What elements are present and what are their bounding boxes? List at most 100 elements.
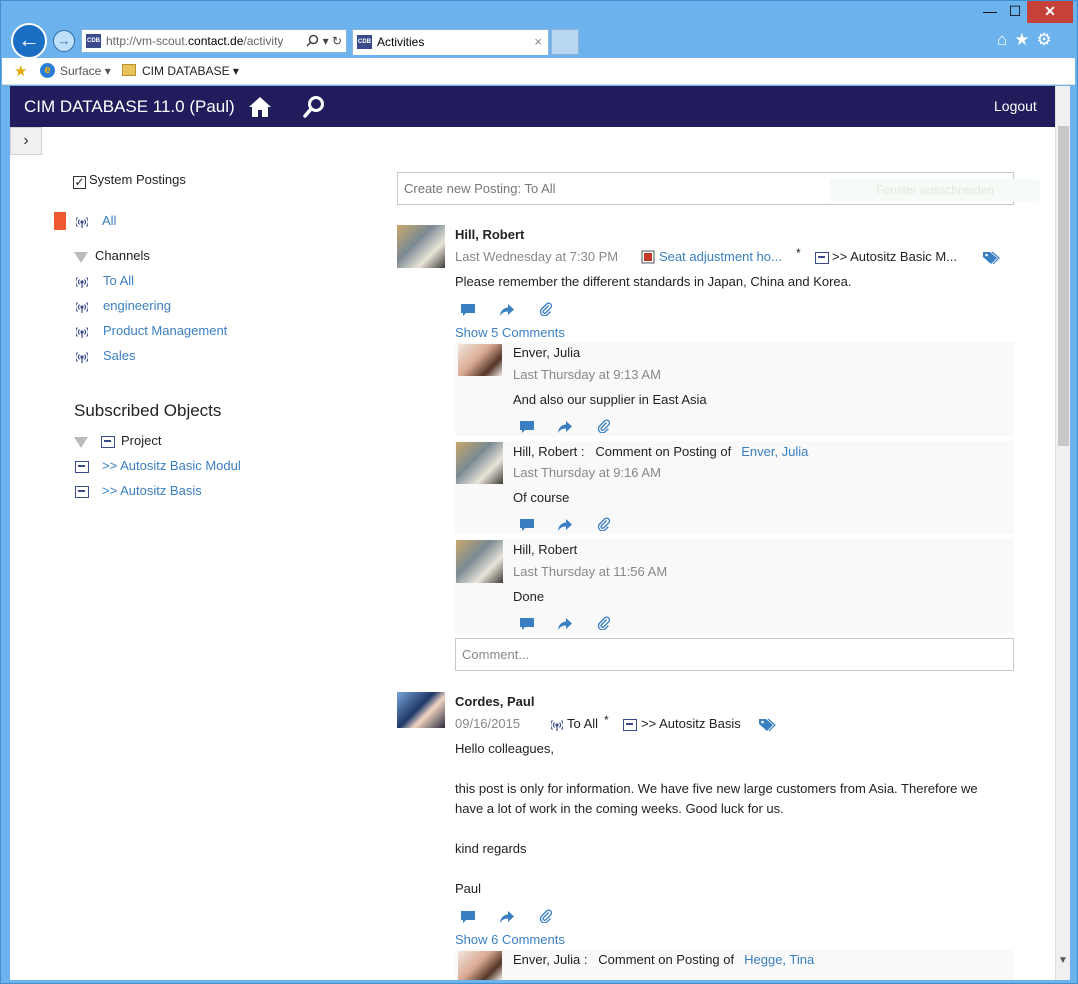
comment-icon[interactable]	[519, 518, 535, 532]
system-postings-checkbox[interactable]: ✓ System Postings	[73, 172, 186, 189]
forward-button[interactable]: →	[53, 30, 75, 52]
logout-link[interactable]: Logout	[994, 86, 1037, 127]
address-bar[interactable]: CDB http://vm-scout.contact.de/activity …	[81, 29, 347, 53]
post-object-reference[interactable]: >> Autositz Basic M...	[832, 249, 957, 264]
channel-radio-icon	[76, 327, 88, 338]
comment-timestamp: Last Thursday at 9:16 AM	[513, 465, 661, 480]
favorites-bar: ★ e Surface ▾ CIM DATABASE ▾	[2, 58, 1075, 85]
channel-engineering[interactable]: engineering	[103, 298, 171, 313]
channel-radio-icon	[76, 302, 88, 313]
attachment-icon[interactable]	[538, 302, 554, 316]
tab-close-icon[interactable]: ×	[534, 30, 542, 54]
scrollbar-thumb[interactable]	[1058, 126, 1069, 446]
subscribed-object-link[interactable]: >> Autositz Basis	[102, 483, 202, 498]
comment-author[interactable]: Hill, Robert	[513, 542, 577, 557]
new-tab-button[interactable]	[551, 29, 579, 55]
comment-icon[interactable]	[519, 617, 535, 631]
object-icon	[75, 486, 89, 498]
home-icon[interactable]	[248, 95, 272, 119]
comment-author[interactable]: Enver, Julia	[513, 345, 580, 360]
ghost-tooltip: Fenster ausschneiden	[830, 179, 1040, 201]
post-text-line: Paul	[455, 881, 482, 896]
checkbox-checked-icon[interactable]: ✓	[73, 176, 86, 189]
comment-target-link[interactable]: Hegge, Tina	[744, 952, 814, 967]
scroll-down-icon[interactable]: ▼	[1058, 955, 1068, 966]
sidebar-toggle-button[interactable]: ›	[10, 127, 42, 155]
favorite-cim-database[interactable]: CIM DATABASE ▾	[142, 58, 239, 84]
system-postings-label: System Postings	[89, 172, 186, 187]
channel-to-all[interactable]: To All	[103, 273, 134, 288]
avatar[interactable]	[458, 344, 502, 376]
avatar[interactable]	[397, 225, 445, 268]
object-icon	[815, 252, 829, 264]
collapse-triangle-icon[interactable]	[74, 252, 88, 263]
url-path: /activity	[243, 34, 284, 48]
object-icon	[623, 719, 637, 731]
maximize-button[interactable]: ☐	[1003, 1, 1027, 23]
share-icon[interactable]	[499, 303, 515, 317]
avatar[interactable]	[456, 442, 503, 484]
scrollbar[interactable]: ▼	[1055, 86, 1070, 980]
comment-text: Done	[513, 589, 545, 604]
attachment-icon[interactable]	[596, 419, 612, 433]
attachment-icon[interactable]	[596, 616, 612, 630]
comment-input[interactable]: Comment...	[455, 638, 1014, 671]
attachment-icon[interactable]	[538, 909, 554, 923]
tag-icon[interactable]	[758, 718, 776, 732]
post-author[interactable]: Cordes, Paul	[455, 694, 534, 709]
channel-all[interactable]: All	[102, 213, 116, 228]
address-actions[interactable]: ▾ ↻	[302, 30, 342, 52]
settings-gear-icon[interactable]: ⚙	[1037, 30, 1059, 49]
back-button[interactable]: ←	[11, 23, 47, 59]
subscribed-object-link[interactable]: >> Autositz Basic Modul	[102, 458, 241, 473]
share-icon[interactable]	[499, 910, 515, 924]
tab-activities[interactable]: CDB Activities ×	[352, 29, 549, 55]
share-icon[interactable]	[557, 420, 573, 434]
avatar[interactable]	[397, 692, 445, 728]
dropdown-icon[interactable]: ▾	[323, 34, 329, 48]
refresh-icon[interactable]: ↻	[332, 34, 342, 48]
post-text-line: kind regards	[455, 841, 527, 856]
comment-icon[interactable]	[460, 303, 476, 317]
channel-radio-icon	[76, 217, 88, 228]
post-object-reference[interactable]: >> Autositz Basis	[641, 716, 741, 731]
project-header: Project	[121, 433, 162, 448]
project-icon	[101, 436, 115, 448]
browser-toolbar-icons: ⌂★⚙	[997, 30, 1059, 50]
avatar[interactable]	[456, 540, 503, 583]
comment-icon[interactable]	[519, 420, 535, 434]
comment-header: Enver, Julia : Comment on Posting of Hegg…	[513, 952, 814, 967]
collapse-triangle-icon[interactable]	[74, 437, 88, 448]
channel-product-management[interactable]: Product Management	[103, 323, 227, 338]
share-icon[interactable]	[557, 617, 573, 631]
post-timestamp: Last Wednesday at 7:30 PM	[455, 249, 619, 264]
show-comments-link[interactable]: Show 6 Comments	[455, 932, 565, 947]
comment-author[interactable]: Enver, Julia	[513, 952, 580, 967]
home-page-icon[interactable]: ⌂	[997, 30, 1014, 49]
comment-author[interactable]: Hill, Robert	[513, 444, 577, 459]
favorites-star-icon[interactable]: ★	[1014, 30, 1036, 49]
object-icon	[75, 461, 89, 473]
app-header: CIM DATABASE 11.0 (Paul) Logout	[10, 86, 1055, 127]
show-comments-link[interactable]: Show 5 Comments	[455, 325, 565, 340]
post-text-line: this post is only for information. We ha…	[455, 781, 978, 796]
comment-target-link[interactable]: Enver, Julia	[741, 444, 808, 459]
share-icon[interactable]	[557, 518, 573, 532]
search-icon[interactable]	[306, 34, 319, 47]
post-text-line: Hello colleagues,	[455, 741, 555, 756]
post-reference-link[interactable]: Seat adjustment ho...	[659, 249, 782, 264]
post-channel-reference[interactable]: To All	[567, 716, 598, 731]
add-favorite-star-icon[interactable]: ★	[14, 62, 27, 80]
close-window-button[interactable]: ✕	[1027, 1, 1073, 23]
tag-icon[interactable]	[982, 251, 1000, 265]
search-icon[interactable]	[302, 95, 326, 119]
attachment-icon[interactable]	[596, 517, 612, 531]
avatar[interactable]	[458, 951, 502, 980]
post-author[interactable]: Hill, Robert	[455, 227, 524, 242]
minimize-button[interactable]: —	[977, 1, 1003, 23]
channel-radio-icon	[76, 277, 88, 288]
favorite-surface[interactable]: Surface ▾	[60, 58, 111, 84]
comment-icon[interactable]	[460, 910, 476, 924]
document-icon	[641, 250, 655, 264]
channel-sales[interactable]: Sales	[103, 348, 136, 363]
